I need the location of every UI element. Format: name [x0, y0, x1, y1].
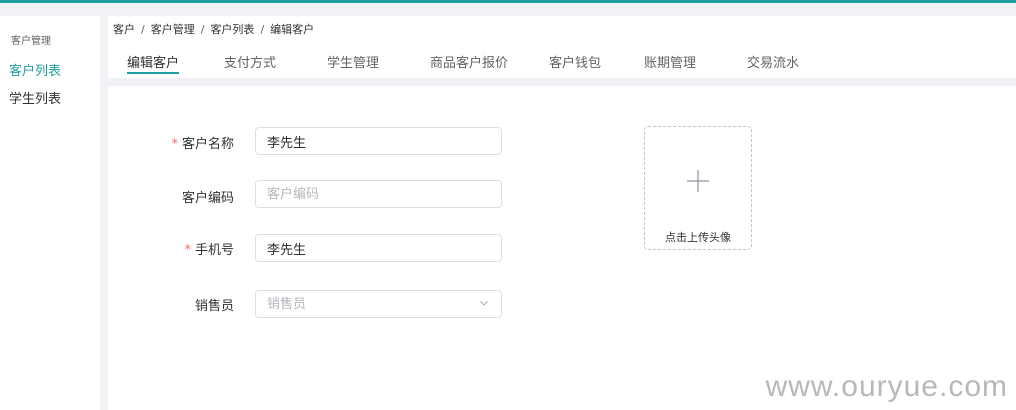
breadcrumb: 客户 / 客户管理 / 客户列表 / 编辑客户 — [113, 21, 314, 37]
tab-customer-wallet[interactable]: 客户钱包 — [549, 52, 601, 71]
active-tab-indicator — [127, 72, 179, 74]
customer-code-label: 客户编码 — [181, 191, 234, 206]
salesperson-input[interactable] — [255, 290, 502, 318]
phone-label: * 手机号 — [184, 243, 234, 258]
sidebar-item-customer-list[interactable]: 客户列表 — [9, 60, 61, 79]
top-accent-line — [0, 0, 1016, 3]
upload-avatar-label: 点击上传头像 — [665, 231, 731, 244]
page-header: 客户 / 客户管理 / 客户列表 / 编辑客户 编辑客户 支付方式 学生管理 商品客户报价 … — [108, 16, 1016, 78]
customer-name-input[interactable] — [255, 127, 502, 155]
sidebar: 客户管理 客户列表 学生列表 — [0, 16, 100, 410]
salesperson-select[interactable] — [255, 290, 502, 318]
phone-input[interactable] — [255, 234, 502, 262]
tab-bar: 编辑客户 支付方式 学生管理 商品客户报价 客户钱包 账期管理 交易流水 — [108, 46, 1016, 78]
watermark: www.ouryue.com — [765, 370, 1008, 403]
customer-code-input[interactable] — [255, 180, 502, 208]
tab-edit-customer[interactable]: 编辑客户 — [127, 52, 179, 71]
breadcrumb-separator: / — [141, 23, 145, 36]
breadcrumb-item-customer-list[interactable]: 客户列表 — [210, 23, 254, 36]
customer-name-label: * 客户名称 — [171, 137, 234, 152]
tab-billing-period[interactable]: 账期管理 — [644, 52, 696, 71]
tab-payment-method[interactable]: 支付方式 — [224, 52, 276, 71]
edit-customer-form: *客户名称 客户编码 *手机号 销售员 点击上传头像 — [108, 86, 1016, 410]
plus-icon — [687, 170, 709, 192]
sidebar-item-student-list[interactable]: 学生列表 — [9, 88, 61, 107]
breadcrumb-separator: / — [200, 23, 205, 36]
breadcrumb-separator: / — [260, 23, 265, 36]
tab-student-management[interactable]: 学生管理 — [327, 52, 379, 71]
breadcrumb-item-customer-management[interactable]: 客户管理 — [151, 23, 195, 36]
tab-transaction-history[interactable]: 交易流水 — [747, 52, 799, 71]
breadcrumb-item-customer[interactable]: 客户 — [113, 23, 135, 36]
avatar-upload[interactable]: 点击上传头像 — [644, 126, 752, 250]
chevron-down-icon — [480, 301, 488, 306]
salesperson-label: 销售员 — [194, 299, 234, 314]
required-mark: * — [184, 243, 191, 258]
sidebar-section-title: 客户管理 — [11, 36, 51, 47]
required-mark: * — [171, 137, 178, 152]
breadcrumb-item-edit-customer: 编辑客户 — [270, 23, 315, 36]
tab-product-customer-quote[interactable]: 商品客户报价 — [430, 52, 508, 71]
